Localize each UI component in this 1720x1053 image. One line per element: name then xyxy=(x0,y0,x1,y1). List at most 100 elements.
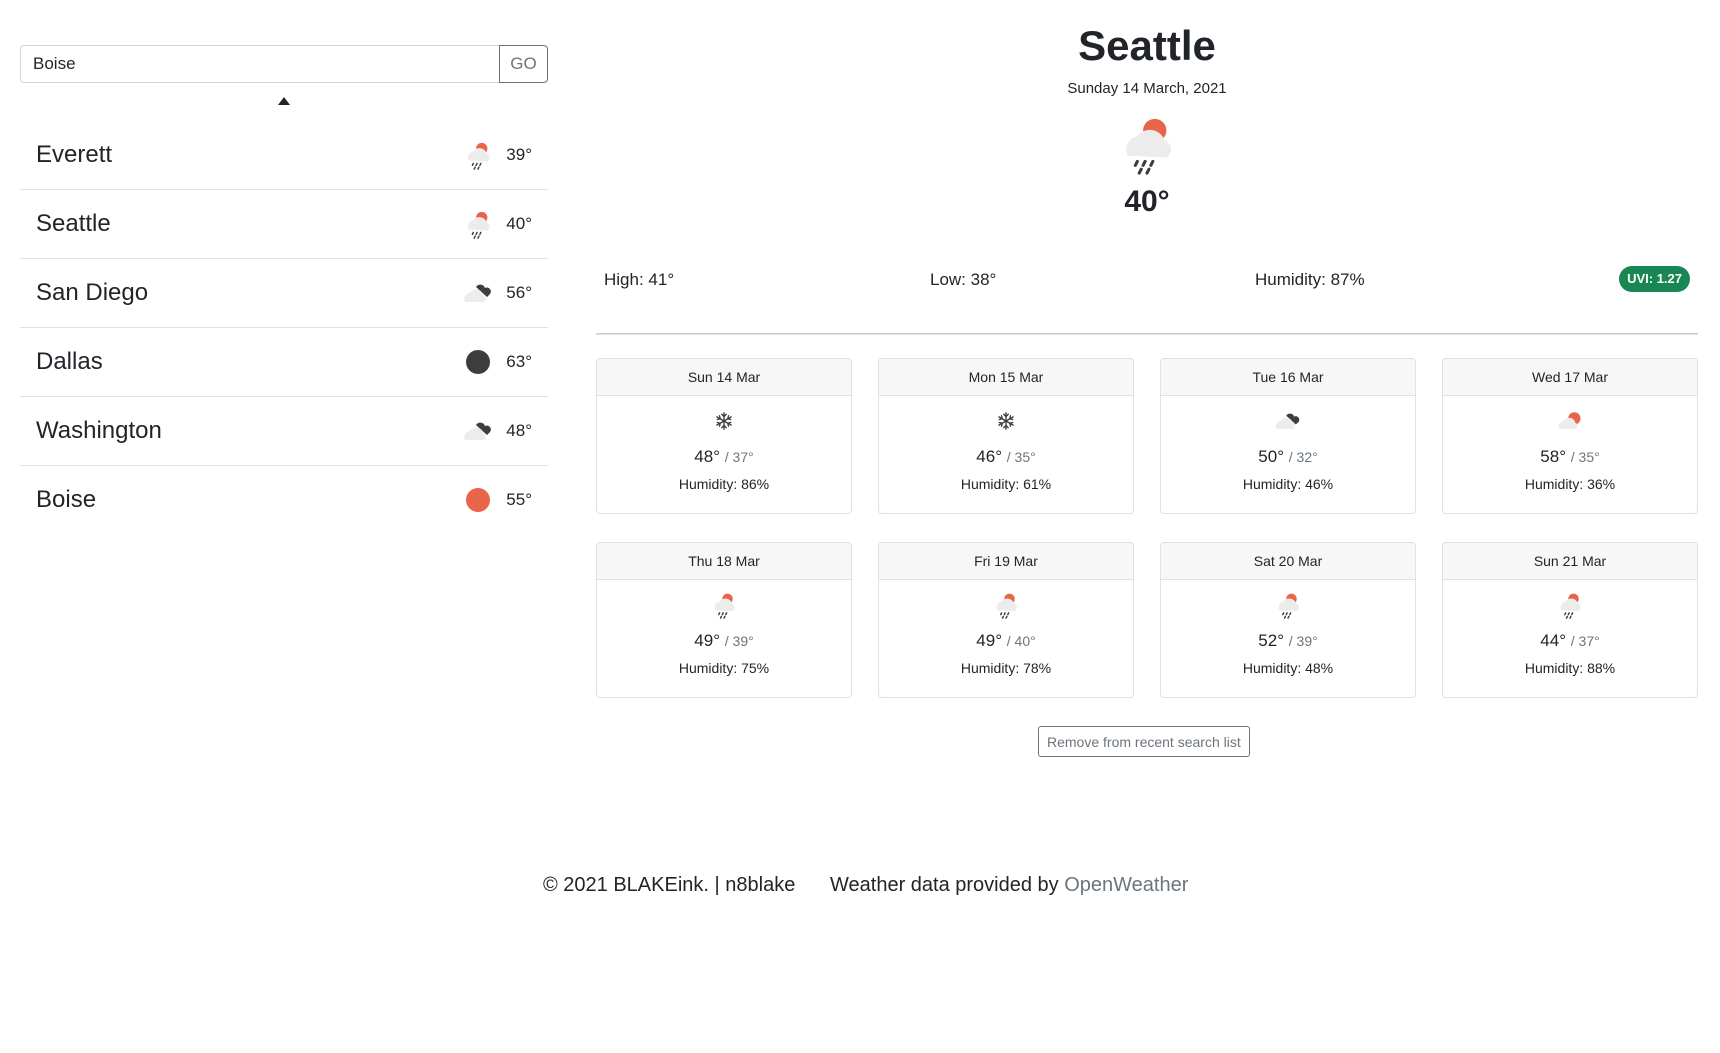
uvi-badge: UVI: 1.27 xyxy=(1619,266,1690,292)
forecast-low: / 39° xyxy=(1288,633,1318,649)
forecast-day: Sun 21 Mar xyxy=(1443,543,1697,580)
current-stats: High: 41° Low: 38° Humidity: 87% UVI: 1.… xyxy=(596,266,1698,294)
forecast-card: Tue 16 Mar 50° / 32° Humidity: 46% xyxy=(1160,358,1416,514)
rain-cloud-icon xyxy=(596,113,1698,175)
city-search-input[interactable] xyxy=(20,45,499,83)
forecast-temps: 49° / 39° xyxy=(597,631,851,651)
recent-city-item[interactable]: Dallas 63° xyxy=(20,328,548,397)
forecast-high: 44° xyxy=(1540,631,1567,650)
city-temp: 40° xyxy=(506,214,532,233)
forecast-card: Fri 19 Mar 49° / 40° Humidity: 78% xyxy=(878,542,1134,698)
forecast-humidity: Humidity: 75% xyxy=(678,660,770,676)
footer-copyright: © 2021 BLAKEink. | n8blake xyxy=(543,874,796,896)
forecast-card: Wed 17 Mar 58° / 35° Humidity: 36% xyxy=(1442,358,1698,514)
city-temp: 63° xyxy=(506,352,532,371)
divider xyxy=(596,333,1698,335)
forecast-card: Sun 14 Mar 48° / 37° Humidity: 86% xyxy=(596,358,852,514)
forecast-temps: 58° / 35° xyxy=(1443,447,1697,467)
forecast-humidity: Humidity: 46% xyxy=(1242,476,1334,492)
city-name: Seattle xyxy=(36,210,111,237)
forecast-high: 52° xyxy=(1258,631,1285,650)
cloudy-icon xyxy=(1161,407,1415,435)
rain-cloud-icon xyxy=(879,591,1133,619)
footer-credit-text: Weather data provided by xyxy=(830,874,1065,896)
search-form: GO xyxy=(20,45,548,83)
moon-icon xyxy=(462,346,494,378)
snowflake-icon xyxy=(879,407,1133,435)
city-title: Seattle xyxy=(1078,22,1216,69)
remove-from-recent-button[interactable]: Remove from recent search list xyxy=(1038,726,1250,757)
city-name: Boise xyxy=(36,486,97,513)
forecast-high: 58° xyxy=(1540,447,1567,466)
city-name: Washington xyxy=(36,417,162,444)
rain-cloud-icon xyxy=(1443,591,1697,619)
recent-city-item[interactable]: San Diego 56° xyxy=(20,259,548,328)
forecast-high: 49° xyxy=(976,631,1003,650)
recent-city-list: Everett 39° Seattle 40° San Diego 56° Da… xyxy=(20,121,548,534)
collapse-caret-icon[interactable] xyxy=(278,97,290,105)
forecast-temps: 50° / 32° xyxy=(1161,447,1415,467)
forecast-high: 49° xyxy=(694,631,721,650)
forecast-low: / 40° xyxy=(1006,633,1036,649)
forecast-temps: 46° / 35° xyxy=(879,447,1133,467)
forecast-low: / 39° xyxy=(724,633,754,649)
current-date: Sunday 14 March, 2021 xyxy=(1067,80,1227,97)
current-temp: 40° xyxy=(1124,185,1170,218)
forecast-day: Sat 20 Mar xyxy=(1161,543,1415,580)
forecast-high: 46° xyxy=(976,447,1003,466)
cloudy-icon xyxy=(462,415,494,447)
forecast-card: Sat 20 Mar 52° / 39° Humidity: 48% xyxy=(1160,542,1416,698)
city-name: San Diego xyxy=(36,279,149,306)
city-name: Everett xyxy=(36,141,113,168)
forecast-card: Thu 18 Mar 49° / 39° Humidity: 75% xyxy=(596,542,852,698)
partly-cloudy-icon xyxy=(1443,407,1697,435)
city-temp: 48° xyxy=(506,421,532,440)
forecast-day: Tue 16 Mar xyxy=(1161,359,1415,396)
high-temp: High: 41° xyxy=(604,270,675,289)
forecast-humidity: Humidity: 48% xyxy=(1242,660,1334,676)
forecast-card: Mon 15 Mar 46° / 35° Humidity: 61% xyxy=(878,358,1134,514)
forecast-humidity: Humidity: 61% xyxy=(960,476,1052,492)
openweather-link[interactable]: OpenWeather xyxy=(1064,874,1188,896)
recent-search-panel: GO Everett 39° Seattle 40° San Diego 56°… xyxy=(20,45,548,513)
forecast-low: / 37° xyxy=(1570,633,1600,649)
forecast-humidity: Humidity: 36% xyxy=(1524,476,1616,492)
sun-icon xyxy=(462,484,494,516)
go-button[interactable]: GO xyxy=(499,45,548,83)
city-name: Dallas xyxy=(36,348,103,375)
recent-city-item[interactable]: Seattle 40° xyxy=(20,190,548,259)
forecast-humidity: Humidity: 78% xyxy=(960,660,1052,676)
recent-city-item[interactable]: Washington 48° xyxy=(20,397,548,466)
humidity: Humidity: 87% xyxy=(1255,270,1365,289)
forecast-temps: 48° / 37° xyxy=(597,447,851,467)
forecast-humidity: Humidity: 88% xyxy=(1524,660,1616,676)
forecast-day: Mon 15 Mar xyxy=(879,359,1133,396)
snowflake-icon xyxy=(597,407,851,435)
forecast-day: Thu 18 Mar xyxy=(597,543,851,580)
recent-city-item[interactable]: Boise 55° xyxy=(20,466,548,534)
city-temp: 55° xyxy=(506,490,532,509)
forecast-temps: 49° / 40° xyxy=(879,631,1133,651)
low-temp: Low: 38° xyxy=(930,270,997,289)
recent-city-item[interactable]: Everett 39° xyxy=(20,121,548,190)
forecast-low: / 35° xyxy=(1570,449,1600,465)
current-weather-panel: Seattle Sunday 14 March, 2021 40° High: … xyxy=(596,0,1698,757)
rain-cloud-icon xyxy=(597,591,851,619)
forecast-temps: 44° / 37° xyxy=(1443,631,1697,651)
forecast-low: / 35° xyxy=(1006,449,1036,465)
city-temp: 39° xyxy=(506,145,532,164)
forecast-card: Sun 21 Mar 44° / 37° Humidity: 88% xyxy=(1442,542,1698,698)
forecast-day: Fri 19 Mar xyxy=(879,543,1133,580)
footer: © 2021 BLAKEink. | n8blake Weather data … xyxy=(0,874,1720,900)
forecast-low: / 37° xyxy=(724,449,754,465)
city-temp: 56° xyxy=(506,283,532,302)
forecast-humidity: Humidity: 86% xyxy=(678,476,770,492)
forecast-low: / 32° xyxy=(1288,449,1318,465)
rain-cloud-icon xyxy=(462,139,494,171)
rain-cloud-icon xyxy=(1161,591,1415,619)
forecast-temps: 52° / 39° xyxy=(1161,631,1415,651)
forecast-day: Wed 17 Mar xyxy=(1443,359,1697,396)
forecast-high: 50° xyxy=(1258,447,1285,466)
cloudy-icon xyxy=(462,277,494,309)
forecast-high: 48° xyxy=(694,447,721,466)
